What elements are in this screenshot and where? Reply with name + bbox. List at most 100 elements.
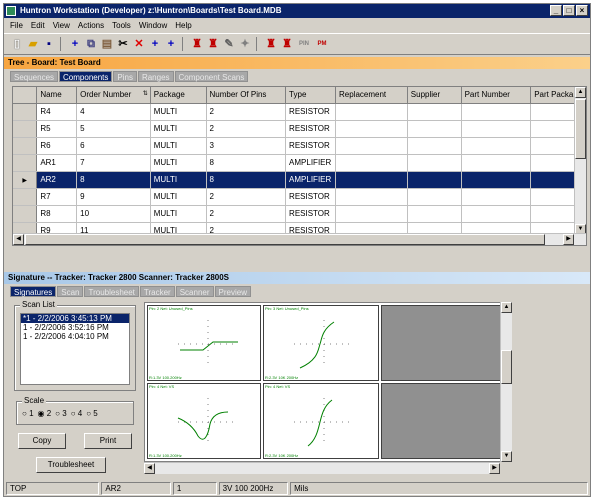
close-button[interactable]: ×	[576, 5, 588, 16]
star-icon[interactable]: ✦	[238, 37, 252, 51]
table-cell[interactable]	[461, 188, 532, 206]
probe-icon[interactable]: ♜	[190, 37, 204, 51]
tab-tracker[interactable]: Tracker	[139, 286, 175, 297]
table-cell[interactable]: R7	[36, 188, 78, 206]
scan-list[interactable]: *1 - 2/2/2006 3:45:13 PM 1 - 2/2/2006 3:…	[20, 313, 130, 385]
menu-file[interactable]: File	[10, 19, 23, 32]
table-row[interactable]: R7 9 MULTI 2 RESISTOR	[13, 188, 586, 206]
copy-button[interactable]: Copy	[18, 433, 66, 449]
menu-help[interactable]: Help	[175, 19, 191, 32]
scroll-thumb[interactable]	[575, 99, 586, 159]
table-cell[interactable]: AR1	[36, 154, 78, 172]
table-cell[interactable]: RESISTOR	[285, 120, 336, 138]
tab-components[interactable]: Components	[59, 71, 113, 82]
menu-window[interactable]: Window	[139, 19, 167, 32]
table-cell[interactable]	[461, 103, 532, 121]
signature-cell[interactable]: Pin: 3 Net: Unused_Pins R:2.3V 10K 200Hz	[263, 305, 379, 381]
tab-signatures[interactable]: Signatures	[10, 286, 57, 297]
open-icon[interactable]: ▰	[26, 37, 40, 51]
radio-scale-1[interactable]: ○ 1	[22, 409, 34, 418]
signature-vertical-scrollbar[interactable]: ▲ ▼	[500, 302, 512, 462]
table-cell[interactable]	[461, 205, 532, 223]
save-icon[interactable]: ▪	[42, 37, 56, 51]
signature-horizontal-scrollbar[interactable]: ◀ ▶	[144, 462, 500, 474]
list-item[interactable]: 1 - 2/2/2006 4:04:10 PM	[21, 332, 129, 341]
table-cell[interactable]: RESISTOR	[285, 103, 336, 121]
table-cell[interactable]: AMPLIFIER	[285, 171, 336, 189]
table-cell[interactable]	[461, 171, 532, 189]
new-icon[interactable]: ▯	[10, 37, 24, 51]
scroll-down-icon[interactable]: ▼	[501, 451, 512, 462]
menu-tools[interactable]: Tools	[112, 19, 131, 32]
table-cell[interactable]	[461, 154, 532, 172]
column-header[interactable]: Type	[285, 87, 336, 104]
pencil-icon[interactable]: ✎	[222, 37, 236, 51]
table-cell[interactable]	[335, 188, 408, 206]
grid-horizontal-scrollbar[interactable]: ◀ ▶	[13, 233, 586, 245]
column-header[interactable]: Order Number ⇅	[76, 87, 151, 104]
tab-preview[interactable]: Preview	[214, 286, 251, 297]
row-header[interactable]: ▶	[13, 171, 38, 189]
table-cell[interactable]: 7	[76, 154, 151, 172]
table-cell[interactable]	[461, 137, 532, 155]
delete-icon[interactable]: ✕	[132, 37, 146, 51]
scroll-right-icon[interactable]: ▶	[489, 463, 500, 474]
tab-troublesheet[interactable]: Troublesheet	[84, 286, 139, 297]
table-cell[interactable]: 8	[206, 154, 287, 172]
scroll-right-icon[interactable]: ▶	[563, 234, 574, 245]
table-cell[interactable]	[335, 205, 408, 223]
radio-scale-5[interactable]: ○ 5	[86, 409, 98, 418]
table-row[interactable]: R5 5 MULTI 2 RESISTOR	[13, 120, 586, 138]
table-cell[interactable]: MULTI	[150, 171, 207, 189]
test-icon[interactable]: ♜	[264, 37, 278, 51]
list-item[interactable]: 1 - 2/2/2006 3:52:16 PM	[21, 323, 129, 332]
table-cell[interactable]	[335, 154, 408, 172]
column-header[interactable]: Part Number	[461, 87, 532, 104]
radio-scale-2[interactable]: ◉ 2	[38, 409, 52, 418]
print-button[interactable]: Print	[84, 433, 132, 449]
paste-icon[interactable]: ▤	[100, 37, 114, 51]
table-row[interactable]: AR1 7 MULTI 8 AMPLIFIER	[13, 154, 586, 172]
radio-scale-3[interactable]: ○ 3	[55, 409, 67, 418]
table-cell[interactable]: AR2	[36, 171, 78, 189]
table-cell[interactable]: 2	[206, 205, 287, 223]
scroll-thumb[interactable]	[501, 350, 512, 384]
column-header[interactable]: Package	[150, 87, 207, 104]
table-cell[interactable]: 9	[76, 188, 151, 206]
table-cell[interactable]: MULTI	[150, 137, 207, 155]
add-multi-icon[interactable]: +	[164, 37, 178, 51]
radio-scale-4[interactable]: ○ 4	[71, 409, 83, 418]
scroll-left-icon[interactable]: ◀	[144, 463, 155, 474]
table-cell[interactable]: R6	[36, 137, 78, 155]
table-cell[interactable]: RESISTOR	[285, 205, 336, 223]
table-cell[interactable]	[335, 137, 408, 155]
list-item[interactable]: *1 - 2/2/2006 3:45:13 PM	[21, 314, 129, 323]
probe-icon[interactable]: ♜	[206, 37, 220, 51]
table-cell[interactable]: 6	[76, 137, 151, 155]
table-row[interactable]: ▶ AR2 8 MULTI 8 AMPLIFIER	[13, 171, 586, 189]
table-cell[interactable]	[461, 120, 532, 138]
row-header[interactable]	[13, 103, 38, 121]
table-cell[interactable]	[407, 171, 462, 189]
add-icon[interactable]: +	[68, 37, 82, 51]
table-cell[interactable]: MULTI	[150, 188, 207, 206]
scroll-thumb[interactable]	[25, 234, 545, 245]
column-header[interactable]: Replacement	[335, 87, 408, 104]
table-cell[interactable]: 5	[76, 120, 151, 138]
pm-icon[interactable]: PM	[314, 37, 330, 51]
table-cell[interactable]	[407, 120, 462, 138]
tab-scan[interactable]: Scan	[57, 286, 84, 297]
table-cell[interactable]: RESISTOR	[285, 188, 336, 206]
table-cell[interactable]	[407, 103, 462, 121]
menu-edit[interactable]: Edit	[31, 19, 45, 32]
column-header[interactable]: Supplier	[407, 87, 462, 104]
table-cell[interactable]: 8	[76, 171, 151, 189]
scroll-left-icon[interactable]: ◀	[13, 234, 24, 245]
menu-view[interactable]: View	[53, 19, 70, 32]
tab-sequences[interactable]: Sequences	[10, 71, 59, 82]
column-header[interactable]: Name	[36, 87, 78, 104]
table-cell[interactable]: 2	[206, 103, 287, 121]
signature-cell[interactable]: Pin: 2 Net: Unused_Pins R:1.3V 100.200Hz	[147, 305, 261, 381]
table-cell[interactable]	[335, 171, 408, 189]
column-header[interactable]: Number Of Pins	[206, 87, 287, 104]
